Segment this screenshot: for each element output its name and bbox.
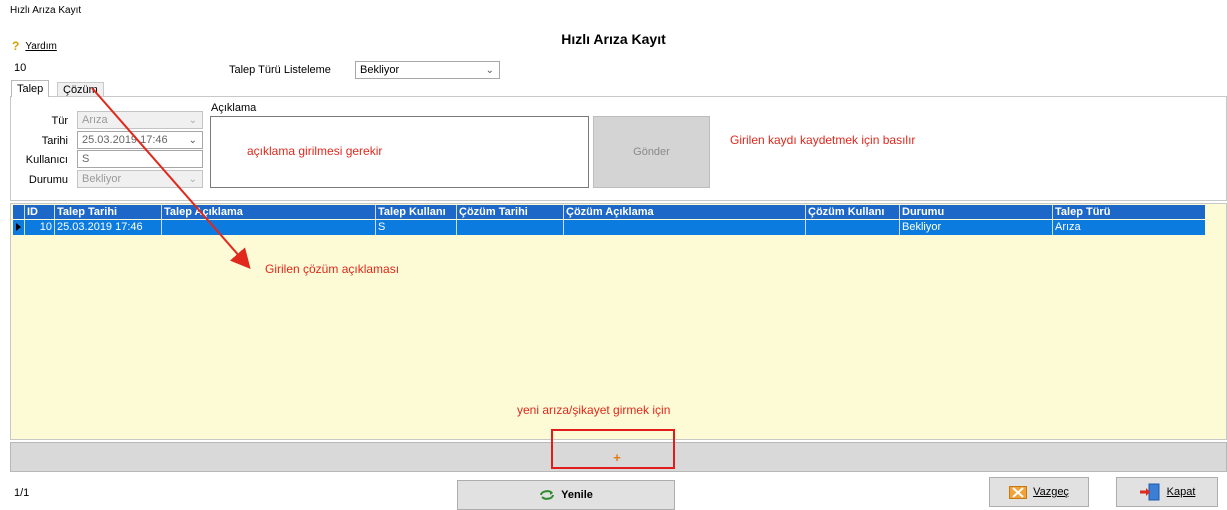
vazgec-button[interactable]: Vazgeç: [989, 477, 1089, 507]
refresh-icon: [540, 490, 555, 500]
yenile-button[interactable]: Yenile: [457, 480, 675, 510]
pager-text: 1/1: [14, 487, 30, 499]
kapat-button[interactable]: Kapat: [1116, 477, 1218, 507]
cancel-envelope-icon: [1009, 485, 1028, 499]
vazgec-label: Vazgeç: [1033, 486, 1069, 498]
exit-door-icon: [1139, 483, 1160, 501]
annotation-highlight-box: [551, 429, 675, 469]
yenile-label: Yenile: [561, 489, 593, 501]
tab-talep[interactable]: Talep: [11, 80, 50, 97]
kapat-label: Kapat: [1166, 486, 1196, 498]
